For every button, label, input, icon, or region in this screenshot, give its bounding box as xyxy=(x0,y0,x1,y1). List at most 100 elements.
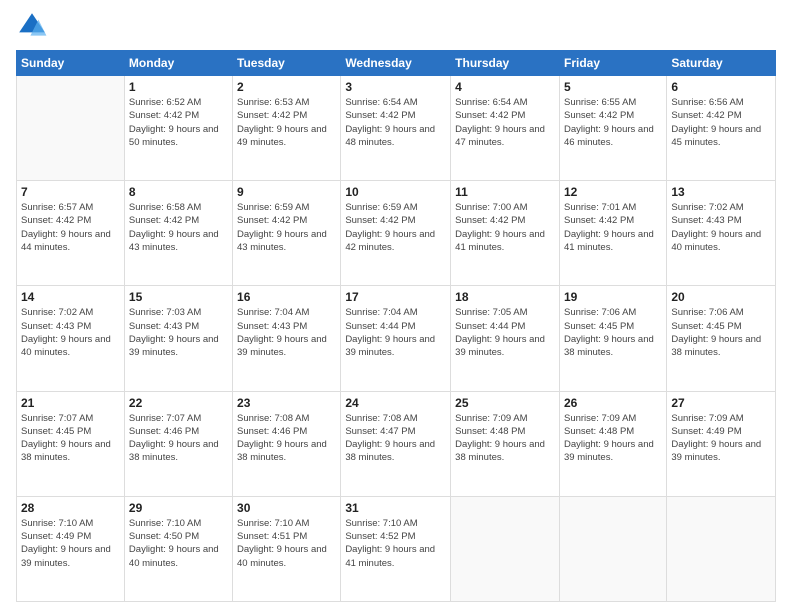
day-info: Sunrise: 7:10 AMSunset: 4:51 PMDaylight:… xyxy=(237,517,336,570)
day-number: 21 xyxy=(21,396,120,410)
day-info: Sunrise: 6:55 AMSunset: 4:42 PMDaylight:… xyxy=(564,96,662,149)
sunset-label: Sunset: 4:43 PM xyxy=(237,321,307,332)
day-number: 27 xyxy=(671,396,771,410)
sunset-label: Sunset: 4:42 PM xyxy=(564,215,634,226)
calendar-cell: 18Sunrise: 7:05 AMSunset: 4:44 PMDayligh… xyxy=(451,286,560,391)
calendar-cell: 21 Sunrise: 7:07 AMSunset: 4:45 PMDayligh… xyxy=(17,391,125,496)
day-number: 11 xyxy=(455,185,555,199)
calendar-cell: 16Sunrise: 7:04 AMSunset: 4:43 PMDayligh… xyxy=(233,286,341,391)
day-info: Sunrise: 7:03 AMSunset: 4:43 PMDaylight:… xyxy=(129,306,228,359)
calendar-cell: 27 Sunrise: 7:09 AMSunset: 4:49 PMDayligh… xyxy=(667,391,776,496)
calendar-cell xyxy=(559,496,666,601)
daylight-label: Daylight: 9 hours and 38 minutes. xyxy=(21,439,111,463)
day-info: Sunrise: 7:08 AMSunset: 4:47 PMDaylight:… xyxy=(345,412,446,465)
calendar-cell: 1Sunrise: 6:52 AMSunset: 4:42 PMDaylight… xyxy=(124,76,232,181)
daylight-label: Daylight: 9 hours and 41 minutes. xyxy=(564,229,654,253)
daylight-label: Daylight: 9 hours and 45 minutes. xyxy=(671,124,761,148)
daylight-label: Daylight: 9 hours and 39 minutes. xyxy=(455,334,545,358)
sunrise-label: Sunrise: 6:58 AM xyxy=(129,202,201,213)
sunrise-label: Sunrise: 7:10 AM xyxy=(129,518,201,529)
day-number: 31 xyxy=(345,501,446,515)
day-number: 2 xyxy=(237,80,336,94)
calendar-header: SundayMondayTuesdayWednesdayThursdayFrid… xyxy=(17,51,776,76)
day-number: 28 xyxy=(21,501,120,515)
daylight-label: Daylight: 9 hours and 39 minutes. xyxy=(237,334,327,358)
sunrise-label: Sunrise: 7:10 AM xyxy=(21,518,93,529)
sunrise-label: Sunrise: 7:09 AM xyxy=(564,413,636,424)
logo-icon xyxy=(16,10,48,42)
day-number: 23 xyxy=(237,396,336,410)
sunset-label: Sunset: 4:49 PM xyxy=(21,531,91,542)
calendar-cell: 12 Sunrise: 7:01 AM Sunset: 4:42 PM Dayligh… xyxy=(559,181,666,286)
day-info: Sunrise: 7:09 AMSunset: 4:49 PMDaylight:… xyxy=(671,412,771,465)
day-info: Sunrise: 7:00 AMSunset: 4:42 PMDaylight:… xyxy=(455,201,555,254)
day-number: 17 xyxy=(345,290,446,304)
sunset-label: Sunset: 4:48 PM xyxy=(455,426,525,437)
calendar-cell: 8Sunrise: 6:58 AMSunset: 4:42 PMDaylight… xyxy=(124,181,232,286)
daylight-label: Daylight: 9 hours and 39 minutes. xyxy=(564,439,654,463)
calendar-cell: 31Sunrise: 7:10 AMSunset: 4:52 PMDayligh… xyxy=(341,496,451,601)
sunrise-label: Sunrise: 7:07 AM xyxy=(129,413,201,424)
sunrise-label: Sunrise: 6:56 AM xyxy=(671,97,743,108)
calendar-cell: 26 Sunrise: 7:09 AM Sunset: 4:48 PM Dayligh… xyxy=(559,391,666,496)
sunrise-label: Sunrise: 6:59 AM xyxy=(345,202,417,213)
sunset-label: Sunset: 4:50 PM xyxy=(129,531,199,542)
day-info: Sunrise: 6:54 AMSunset: 4:42 PMDaylight:… xyxy=(345,96,446,149)
day-number: 6 xyxy=(671,80,771,94)
daylight-label: Daylight: 9 hours and 38 minutes. xyxy=(237,439,327,463)
day-info: Sunrise: 7:07 AMSunset: 4:45 PMDaylight:… xyxy=(21,412,120,465)
sunset-label: Sunset: 4:43 PM xyxy=(129,321,199,332)
sunrise-label: Sunrise: 6:59 AM xyxy=(237,202,309,213)
day-number: 13 xyxy=(671,185,771,199)
daylight-label: Daylight: 9 hours and 41 minutes. xyxy=(455,229,545,253)
daylight-label: Daylight: 9 hours and 43 minutes. xyxy=(129,229,219,253)
day-number: 26 xyxy=(564,396,662,410)
sunset-label: Sunset: 4:46 PM xyxy=(237,426,307,437)
days-of-week-row: SundayMondayTuesdayWednesdayThursdayFrid… xyxy=(17,51,776,76)
sunset-label: Sunset: 4:42 PM xyxy=(345,110,415,121)
sunrise-label: Sunrise: 6:54 AM xyxy=(455,97,527,108)
day-info: Sunrise: 7:08 AMSunset: 4:46 PMDaylight:… xyxy=(237,412,336,465)
sunrise-label: Sunrise: 7:04 AM xyxy=(237,307,309,318)
sunset-label: Sunset: 4:42 PM xyxy=(129,215,199,226)
day-number: 3 xyxy=(345,80,446,94)
sunrise-label: Sunrise: 7:09 AM xyxy=(671,413,743,424)
sunrise-label: Sunrise: 7:00 AM xyxy=(455,202,527,213)
daylight-label: Daylight: 9 hours and 42 minutes. xyxy=(345,229,435,253)
calendar-cell: 17Sunrise: 7:04 AMSunset: 4:44 PMDayligh… xyxy=(341,286,451,391)
day-number: 12 xyxy=(564,185,662,199)
calendar-cell: 2Sunrise: 6:53 AMSunset: 4:42 PMDaylight… xyxy=(233,76,341,181)
calendar-cell: 9Sunrise: 6:59 AMSunset: 4:42 PMDaylight… xyxy=(233,181,341,286)
calendar-cell xyxy=(17,76,125,181)
calendar-cell: 4Sunrise: 6:54 AMSunset: 4:42 PMDaylight… xyxy=(451,76,560,181)
day-info: Sunrise: 7:06 AMSunset: 4:45 PMDaylight:… xyxy=(564,306,662,359)
sunrise-label: Sunrise: 7:03 AM xyxy=(129,307,201,318)
day-number: 30 xyxy=(237,501,336,515)
sunrise-label: Sunrise: 7:01 AM xyxy=(564,202,636,213)
day-info: Sunrise: 6:56 AM Sunset: 4:42 PM Daylight:… xyxy=(671,96,771,149)
day-number: 25 xyxy=(455,396,555,410)
day-of-week-saturday: Saturday xyxy=(667,51,776,76)
calendar-cell: 23 Sunrise: 7:08 AMSunset: 4:46 PMDayligh… xyxy=(233,391,341,496)
day-info: Sunrise: 7:02 AMSunset: 4:43 PMDaylight:… xyxy=(21,306,120,359)
day-of-week-sunday: Sunday xyxy=(17,51,125,76)
sunset-label: Sunset: 4:45 PM xyxy=(671,321,741,332)
calendar-cell: 7Sunrise: 6:57 AMSunset: 4:42 PMDaylight… xyxy=(17,181,125,286)
sunset-label: Sunset: 4:42 PM xyxy=(129,110,199,121)
sunset-label: Sunset: 4:48 PM xyxy=(564,426,634,437)
sunrise-label: Sunrise: 7:04 AM xyxy=(345,307,417,318)
calendar-body: 1Sunrise: 6:52 AMSunset: 4:42 PMDaylight… xyxy=(17,76,776,602)
day-info: Sunrise: 7:09 AMSunset: 4:48 PMDaylight:… xyxy=(455,412,555,465)
day-info: Sunrise: 6:59 AMSunset: 4:42 PMDaylight:… xyxy=(345,201,446,254)
sunrise-label: Sunrise: 7:02 AM xyxy=(21,307,93,318)
week-row-2: 14Sunrise: 7:02 AMSunset: 4:43 PMDayligh… xyxy=(17,286,776,391)
daylight-label: Daylight: 9 hours and 38 minutes. xyxy=(671,334,761,358)
sunrise-label: Sunrise: 7:05 AM xyxy=(455,307,527,318)
calendar-cell xyxy=(667,496,776,601)
daylight-label: Daylight: 9 hours and 40 minutes. xyxy=(671,229,761,253)
daylight-label: Daylight: 9 hours and 46 minutes. xyxy=(564,124,654,148)
day-info: Sunrise: 7:05 AMSunset: 4:44 PMDaylight:… xyxy=(455,306,555,359)
sunset-label: Sunset: 4:42 PM xyxy=(237,215,307,226)
day-number: 15 xyxy=(129,290,228,304)
sunset-label: Sunset: 4:42 PM xyxy=(671,110,741,121)
